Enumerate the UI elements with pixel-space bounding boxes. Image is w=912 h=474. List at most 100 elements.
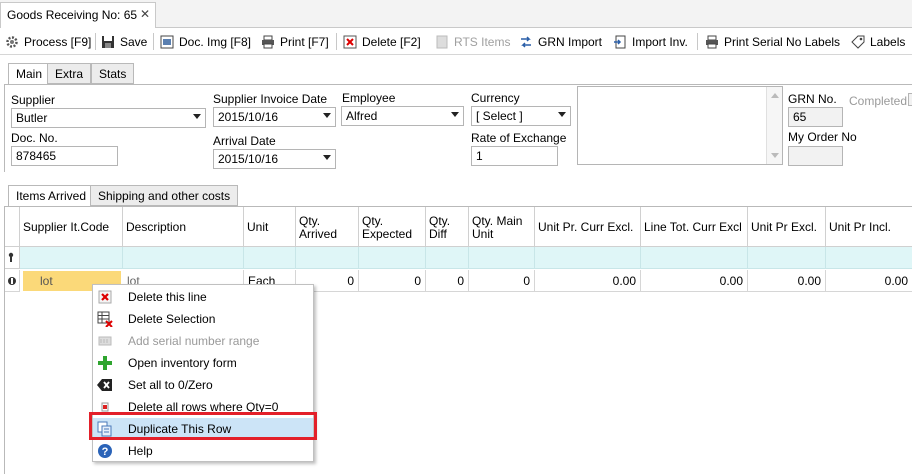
doc-img-button[interactable]: Doc. Img [F8] [159,32,251,51]
filter-cell[interactable] [296,247,359,269]
print-serial-labels-button[interactable]: Print Serial No Labels [704,32,840,51]
tab-main[interactable]: Main [8,63,51,85]
tab-stats[interactable]: Stats [91,63,135,84]
import-inv-label: Import Inv. [632,34,688,49]
notes-memo[interactable] [577,86,783,165]
col-qty-arrived[interactable]: Qty. Arrived [296,207,359,247]
rate-of-exchange-field[interactable]: 1 [471,146,558,166]
menu-item-label: Delete this line [128,290,207,304]
chevron-down-icon [193,114,201,119]
employee-value: Alfred [346,109,378,123]
doc-img-label: Doc. Img [F8] [179,34,252,49]
unit-pr-excl-cell[interactable]: 0.00 [748,270,826,292]
employee-select[interactable]: Alfred [341,106,464,126]
currency-label: Currency [471,91,520,105]
employee-label: Employee [342,91,396,105]
filter-cell[interactable] [359,247,426,269]
rate-of-exchange-label: Rate of Exchange [471,131,567,145]
backspace-icon [97,377,113,393]
printer-icon [260,34,276,50]
currency-value: [ Select ] [476,109,523,123]
qty-expected-cell[interactable]: 0 [359,270,426,292]
col-unit-pr-excl[interactable]: Unit Pr Excl. [748,207,826,247]
process-button[interactable]: Process [F9] [4,32,91,51]
supplier-invoice-date-value: 2015/10/16 [218,110,279,124]
print-button[interactable]: Print [F7] [260,32,329,51]
save-icon [100,34,116,50]
tab-extra[interactable]: Extra [47,63,92,84]
menu-item-open-inventory-form[interactable]: Open inventory form [93,352,313,374]
tab-shipping-costs[interactable]: Shipping and other costs [90,185,239,206]
row-indicator-header [5,207,20,247]
arrival-date-picker[interactable]: 2015/10/16 [213,149,336,169]
supplier-invoice-date-picker[interactable]: 2015/10/16 [213,107,336,127]
my-order-no-field[interactable] [788,146,843,166]
print-label: Print [F7] [280,34,329,49]
col-supplier-it-code[interactable]: Supplier It.Code [20,207,123,247]
filter-cell[interactable] [123,247,244,269]
menu-item-label: Delete Selection [128,312,216,326]
unit-pr-curr-excl-cell[interactable]: 0.00 [535,270,641,292]
document-tab-strip: Goods Receiving No: 65 ✕ [0,0,912,29]
labels-button[interactable]: Labels [850,32,905,51]
filter-cell[interactable] [244,247,296,269]
menu-item-label: Add serial number range [128,334,260,348]
col-description[interactable]: Description [123,207,244,247]
col-qty-diff[interactable]: Qty. Diff [426,207,469,247]
col-qty-main-unit[interactable]: Qty. Main Unit [469,207,535,247]
grn-no-label: GRN No. [788,92,837,106]
menu-item-help[interactable]: ? Help [93,440,313,462]
toolbar: Process [F9] Save Doc. Img [F8] Print [F… [0,28,912,55]
scroll-down-icon [771,153,779,158]
gear-icon [4,34,20,50]
col-unit-pr-incl[interactable]: Unit Pr Incl. [826,207,912,247]
rts-items-button[interactable]: RTS Items [434,32,510,51]
memo-scrollbar[interactable] [766,87,782,164]
filter-cell[interactable] [426,247,469,269]
grn-no-field: 65 [788,107,843,127]
tab-items-arrived[interactable]: Items Arrived [8,185,95,207]
save-button[interactable]: Save [100,32,147,51]
menu-item-delete-selection[interactable]: Delete Selection [93,308,313,330]
filter-cell[interactable] [748,247,826,269]
menu-item-add-serial-range[interactable]: Add serial number range [93,330,313,352]
menu-item-set-all-zero[interactable]: Set all to 0/Zero [93,374,313,396]
unit-pr-incl-cell[interactable]: 0.00 [826,270,912,292]
filter-row-indicator [5,247,20,269]
currency-select[interactable]: [ Select ] [471,106,571,126]
doc-no-field[interactable]: 878465 [11,146,118,166]
col-qty-expected[interactable]: Qty. Expected [359,207,426,247]
menu-item-delete-line[interactable]: Delete this line [93,286,313,308]
filter-cell[interactable] [826,247,912,269]
svg-text:?: ? [102,446,109,458]
qty-diff-cell[interactable]: 0 [426,270,469,292]
filter-cell[interactable] [535,247,641,269]
menu-item-label: Set all to 0/Zero [128,378,213,392]
filter-cell[interactable] [641,247,748,269]
supplier-value: Butler [16,111,48,125]
delete-button[interactable]: Delete [F2] [342,32,421,51]
grn-no-value: 65 [793,110,807,124]
toolbar-divider [153,33,154,50]
grn-import-label: GRN Import [538,34,603,49]
import-inv-button[interactable]: Import Inv. [612,32,688,51]
col-unit-pr-curr-excl[interactable]: Unit Pr. Curr Excl. [535,207,641,247]
filter-cell[interactable] [469,247,535,269]
toolbar-divider [336,33,337,50]
filter-cell[interactable] [20,247,123,269]
green-plus-icon [97,355,113,371]
process-label: Process [F9] [24,34,92,49]
document-tab[interactable]: Goods Receiving No: 65 ✕ [0,2,156,29]
delete-icon [342,34,358,50]
line-tot-curr-excl-cell[interactable]: 0.00 [641,270,748,292]
close-icon[interactable]: ✕ [140,7,150,21]
col-line-tot-curr-excl[interactable]: Line Tot. Curr Excl [641,207,748,247]
tag-icon [850,34,866,50]
chevron-down-icon [558,112,566,117]
col-unit[interactable]: Unit [244,207,296,247]
grn-import-button[interactable]: GRN Import [518,32,602,51]
qty-main-unit-cell[interactable]: 0 [469,270,535,292]
completed-checkbox[interactable] [908,93,912,106]
arrival-date-label: Arrival Date [213,134,276,148]
supplier-select[interactable]: Butler [11,108,206,128]
